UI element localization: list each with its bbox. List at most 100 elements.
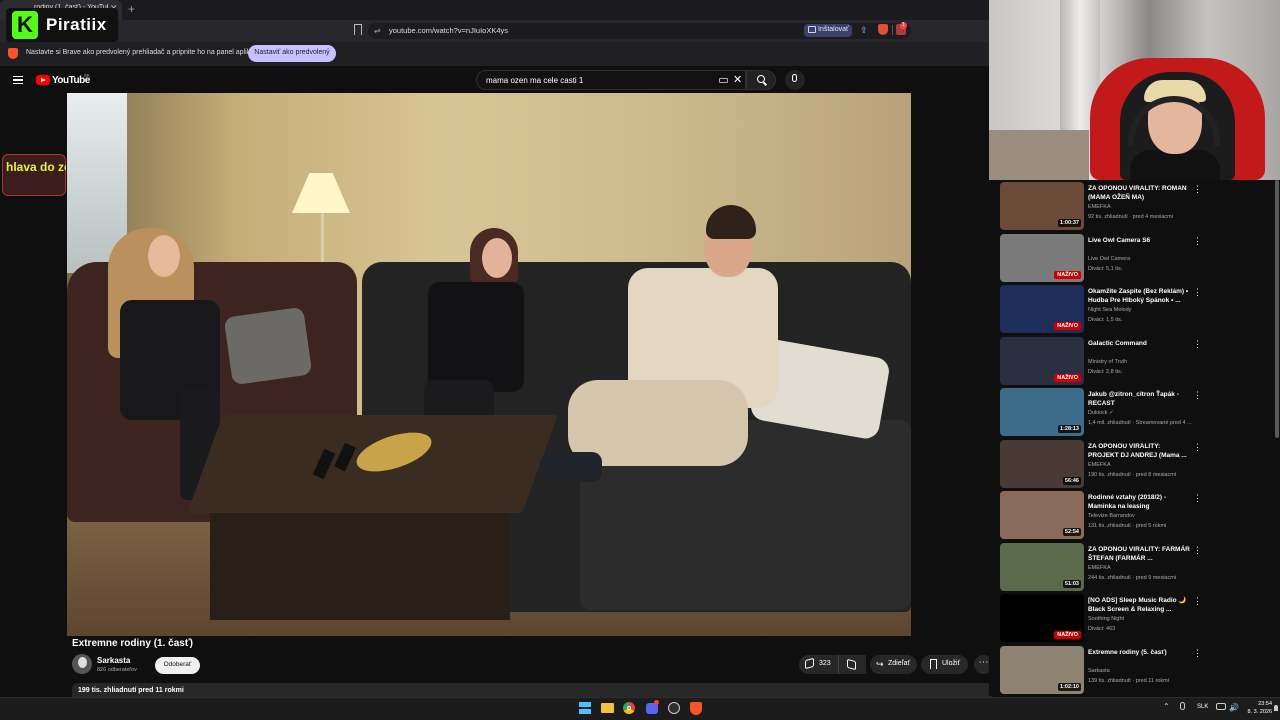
- recommendation-item[interactable]: NAŽIVO Live Owl Camera S6 Live Owl Camera D…: [1000, 233, 1275, 284]
- video-scene-person: [482, 238, 512, 278]
- more-options-icon[interactable]: ⋮: [1193, 493, 1202, 504]
- video-scene-person: [542, 452, 602, 482]
- sidebar-scrollbar[interactable]: [1275, 180, 1279, 438]
- network-icon[interactable]: [1216, 703, 1226, 710]
- video-scene-person: [428, 282, 524, 392]
- recommendation-channel[interactable]: Ministry of Truth: [1088, 359, 1198, 365]
- video-thumbnail[interactable]: NAŽIVO: [1000, 594, 1084, 642]
- stream-alert-text: hlava do ze: [6, 160, 66, 174]
- recommendation-item[interactable]: 1:02:10 Extremne rodiny (5. časť) Sarkasta…: [1000, 645, 1275, 696]
- more-options-icon[interactable]: ⋮: [1193, 442, 1202, 453]
- recommendation-meta: Diváci: 1,5 tis.: [1088, 317, 1123, 323]
- country-code: SK: [84, 73, 91, 78]
- toolbar-divider: [892, 25, 893, 35]
- duration-badge: 1:02:10: [1058, 682, 1081, 691]
- recommendation-meta: 131 tis. zhliadnutí · pred 5 rokmi: [1088, 523, 1167, 529]
- recommendation-item[interactable]: 56:46 ZA OPONOU VIRALITY: PROJEKT DJ ANDR…: [1000, 439, 1275, 490]
- bookmark-save-icon: [930, 659, 937, 669]
- duration-badge: 51:03: [1062, 579, 1081, 588]
- file-explorer-icon[interactable]: [601, 703, 614, 713]
- recommendation-channel[interactable]: Night Sea Melody: [1088, 307, 1198, 313]
- clock[interactable]: 23:54 8. 3. 2026: [1244, 700, 1272, 716]
- recommendation-meta: 92 tis. zhliadnutí · pred 4 mesiacmi: [1088, 214, 1173, 220]
- recommendation-meta: 190 tis. zhliadnutí · pred 8 mesiacmi: [1088, 471, 1177, 478]
- video-thumbnail[interactable]: 51:03: [1000, 542, 1084, 591]
- subscribe-button[interactable]: Odoberať: [155, 657, 200, 674]
- recommendation-channel[interactable]: Soothing Night: [1088, 616, 1198, 622]
- video-thumbnail[interactable]: 56:46: [1000, 439, 1084, 488]
- recommendation-channel[interactable]: EMEFKA: [1088, 565, 1198, 571]
- like-count: 323: [819, 660, 831, 667]
- recommendation-title[interactable]: Okamžite Zaspite (Bez Reklám) • Hudba Pr…: [1088, 287, 1190, 305]
- site-settings-icon[interactable]: ⇌: [374, 26, 381, 35]
- recommendation-title[interactable]: ZA OPONOU VIRALITY: FARMÁR ŠTEFAN (FARMÁ…: [1088, 545, 1190, 563]
- video-scene-person: [148, 235, 180, 277]
- recommendation-channel[interactable]: Live Owl Camera: [1088, 256, 1198, 262]
- recommendation-item[interactable]: 51:03 ZA OPONOU VIRALITY: FARMÁR ŠTEFAN (…: [1000, 542, 1275, 593]
- recommendation-item[interactable]: 1:28:13 Jakub @zitron_citron Ťapák - RECA…: [1000, 388, 1275, 438]
- recommendation-item[interactable]: 52:54 Rodinné vztahy (2018/2) - Maminka n…: [1000, 491, 1275, 541]
- new-tab-icon[interactable]: +: [128, 2, 135, 16]
- recommendation-title[interactable]: Rodinné vztahy (2018/2) - Maminka na lea…: [1088, 493, 1190, 511]
- avatar-figure: [78, 657, 87, 668]
- recommendation-channel[interactable]: EMEFKA: [1088, 462, 1198, 468]
- video-thumbnail[interactable]: NAŽIVO: [1000, 233, 1084, 282]
- tray-overflow-icon[interactable]: ⌃: [1163, 702, 1170, 711]
- recommendation-item[interactable]: NAŽIVO Okamžite Zaspite (Bez Reklám) • Hu…: [1000, 285, 1275, 335]
- more-options-icon[interactable]: ⋮: [1193, 545, 1202, 556]
- more-options-icon[interactable]: ⋮: [1193, 648, 1202, 659]
- more-options-icon[interactable]: ⋮: [1193, 390, 1202, 401]
- share-page-icon[interactable]: ⇪: [860, 25, 868, 36]
- kick-logo-icon: K: [12, 11, 38, 39]
- menu-icon-bar: [13, 79, 23, 81]
- input-language[interactable]: SLK: [1197, 704, 1208, 710]
- channel-name[interactable]: Sarkasta: [97, 656, 130, 665]
- recommendation-channel[interactable]: Dukiock ✓: [1088, 410, 1198, 416]
- bookmark-icon[interactable]: [354, 24, 362, 35]
- more-options-icon[interactable]: ⋮: [1193, 339, 1202, 350]
- recommendation-title[interactable]: ZA OPONOU VIRALITY: PROJEKT DJ ANDREJ (M…: [1088, 442, 1190, 460]
- obs-icon[interactable]: [668, 702, 680, 714]
- url-text[interactable]: youtube.com/watch?v=nJIuIoXK4ys: [389, 26, 508, 35]
- recommendation-title[interactable]: Extremne rodiny (5. časť): [1088, 648, 1190, 657]
- more-options-icon[interactable]: ⋮: [1193, 184, 1202, 195]
- notification-bell-icon[interactable]: [1274, 705, 1278, 711]
- recommendation-item[interactable]: NAŽIVO [NO ADS] Sleep Music Radio 🌙 Black…: [1000, 594, 1275, 644]
- clear-search-icon[interactable]: ✕: [733, 73, 742, 86]
- video-thumbnail[interactable]: 1:00:37: [1000, 182, 1084, 230]
- recommendation-channel[interactable]: Sarkasta: [1088, 668, 1198, 674]
- brave-shields-icon[interactable]: [878, 24, 888, 35]
- subscriber-count: 826 odberateľov: [97, 667, 137, 673]
- more-options-icon[interactable]: ⋮: [1193, 236, 1202, 247]
- recommendation-channel[interactable]: Televize Barrandov: [1088, 513, 1198, 519]
- recommendation-title[interactable]: Live Owl Camera S6: [1088, 236, 1190, 245]
- recommendation-title[interactable]: [NO ADS] Sleep Music Radio 🌙 Black Scree…: [1088, 596, 1190, 614]
- brave-browser-icon[interactable]: [690, 702, 702, 715]
- description-box[interactable]: [72, 683, 992, 697]
- video-thumbnail[interactable]: 1:02:10: [1000, 645, 1084, 694]
- video-thumbnail[interactable]: NAŽIVO: [1000, 336, 1084, 385]
- more-options-icon[interactable]: ⋮: [1193, 287, 1202, 298]
- video-thumbnail[interactable]: 1:28:13: [1000, 388, 1084, 436]
- recommendation-item[interactable]: 1:00:37 ZA OPONOU VIRALITY: ROMAN (MAMA O…: [1000, 182, 1275, 232]
- search-query-text[interactable]: mama ozen ma cele casti 1: [486, 76, 583, 85]
- tray-microphone-icon[interactable]: [1180, 702, 1185, 710]
- recommendation-title[interactable]: Jakub @zitron_citron Ťapák - RECAST: [1088, 390, 1190, 408]
- keyboard-icon[interactable]: [719, 78, 728, 83]
- duration-badge: 52:54: [1062, 528, 1081, 536]
- video-thumbnail[interactable]: 52:54: [1000, 491, 1084, 539]
- more-options-icon[interactable]: ⋮: [1193, 596, 1202, 607]
- recommendation-meta: 1,4 mil. zhliadnutí · Streamované pred 4…: [1088, 420, 1192, 426]
- set-default-button[interactable]: Nastaviť ako predvolený: [248, 45, 336, 62]
- view-count-and-date[interactable]: 199 tis. zhliadnutí pred 11 rokmi: [78, 687, 184, 694]
- recommendation-item[interactable]: NAŽIVO Galactic Command Ministry of Truth D…: [1000, 336, 1275, 387]
- webcam-streamer: [1130, 150, 1220, 180]
- recommendation-title[interactable]: ZA OPONOU VIRALITY: ROMAN (MAMA OŽEŇ MA): [1088, 184, 1190, 202]
- recommendation-channel[interactable]: EMEFKA: [1088, 204, 1198, 210]
- brave-lion-icon: [8, 48, 18, 59]
- video-scene-table: [210, 500, 510, 620]
- video-scene-pillow: [223, 306, 313, 386]
- volume-icon[interactable]: 🔊: [1229, 703, 1239, 712]
- recommendation-title[interactable]: Galactic Command: [1088, 339, 1190, 348]
- video-thumbnail[interactable]: NAŽIVO: [1000, 285, 1084, 333]
